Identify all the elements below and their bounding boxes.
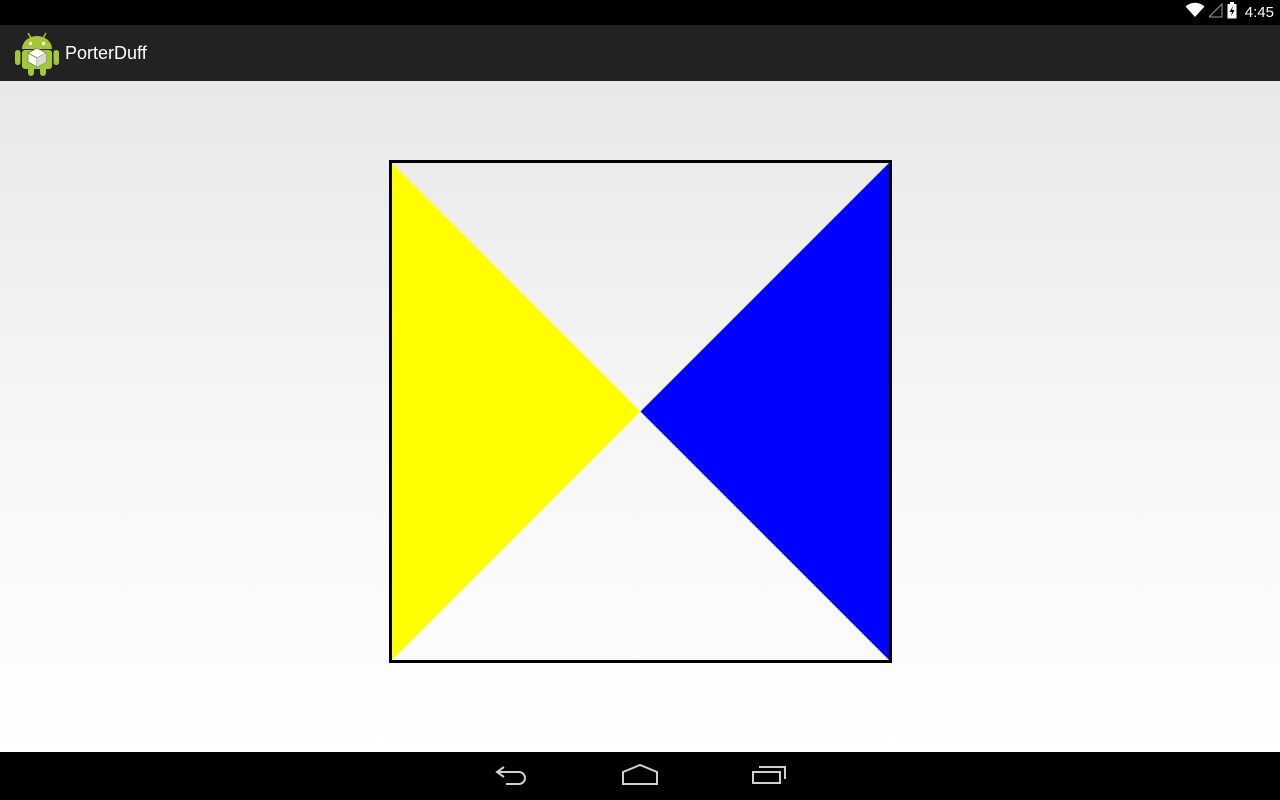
porterduff-canvas — [389, 160, 892, 663]
back-button[interactable] — [472, 752, 552, 800]
wifi-icon — [1185, 2, 1205, 23]
home-button[interactable] — [600, 752, 680, 800]
status-icons: 4:45 — [1185, 0, 1274, 25]
status-bar: 4:45 — [0, 0, 1280, 25]
recents-button[interactable] — [729, 752, 809, 800]
back-icon — [494, 762, 530, 791]
android-robot-icon[interactable] — [15, 29, 59, 77]
content-area — [0, 81, 1280, 752]
recents-icon — [750, 762, 788, 791]
battery-icon — [1227, 1, 1237, 24]
navigation-bar — [0, 752, 1280, 800]
device-screen: 4:45 PorterDuff — [0, 0, 1280, 800]
blue-triangle — [640, 162, 890, 661]
app-title: PorterDuff — [65, 43, 147, 63]
action-bar: PorterDuff — [0, 25, 1280, 81]
yellow-triangle — [391, 162, 641, 661]
signal-icon — [1207, 2, 1223, 23]
status-time: 4:45 — [1244, 4, 1274, 21]
home-icon — [620, 762, 660, 791]
